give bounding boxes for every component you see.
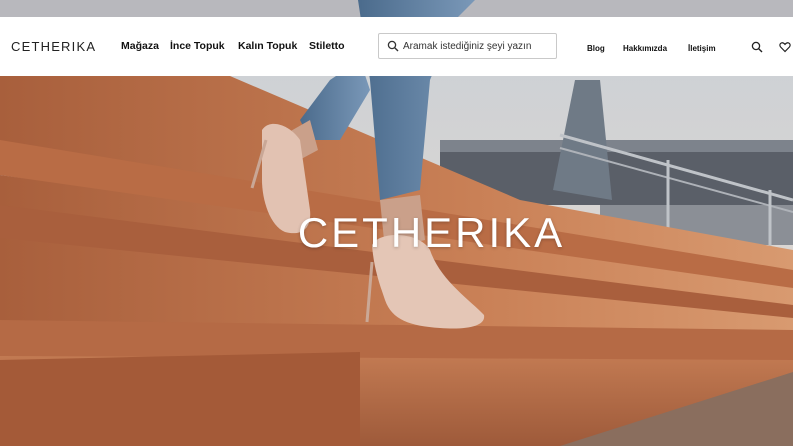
nav-item-ince-topuk[interactable]: İnce Topuk	[170, 40, 225, 52]
nav-item-magaza[interactable]: Mağaza	[121, 40, 159, 52]
search-icon[interactable]	[751, 41, 763, 53]
link-about[interactable]: Hakkımızda	[623, 44, 667, 53]
hero-title: CETHERIKA	[297, 209, 566, 256]
link-contact[interactable]: İletişim	[688, 44, 716, 53]
search-input[interactable]	[403, 37, 553, 55]
nav-item-kalin-topuk[interactable]: Kalın Topuk	[238, 40, 297, 52]
site-header: CETHERIKA Mağaza İnce Topuk Kalın Topuk …	[0, 17, 793, 76]
heart-icon[interactable]	[779, 41, 791, 53]
link-blog[interactable]: Blog	[587, 44, 605, 53]
search-icon	[387, 40, 399, 52]
nav-item-stiletto[interactable]: Stiletto	[309, 40, 345, 52]
brand-logo[interactable]: CETHERIKA	[11, 39, 96, 54]
search-box[interactable]	[378, 33, 557, 59]
